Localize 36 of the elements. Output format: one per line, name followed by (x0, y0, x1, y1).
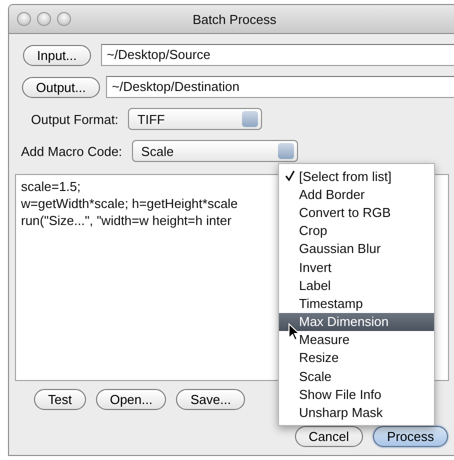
close-button[interactable] (17, 12, 31, 26)
code-line: run("Size...", "width=w height=h inter (21, 212, 232, 229)
code-line: w=getWidth*scale; h=getHeight*scale (21, 195, 238, 212)
minimize-button[interactable] (37, 12, 51, 26)
output-field[interactable]: ~/Desktop/Destination (106, 76, 454, 98)
dialog-button[interactable]: Process (373, 426, 448, 447)
menu-item[interactable]: Resize (279, 348, 434, 368)
menu-item[interactable]: Gaussian Blur (279, 240, 434, 258)
menu-item[interactable]: Label (279, 276, 434, 294)
window-title: Batch Process (192, 12, 278, 26)
input-field[interactable]: ~/Desktop/Source (100, 44, 454, 66)
action-button[interactable]: Open... (96, 389, 166, 410)
menu-item[interactable]: Max Dimension (279, 312, 434, 331)
code-line: scale=1.5; (21, 178, 81, 195)
menu-item[interactable]: Crop (279, 222, 434, 240)
dialog-button[interactable]: Cancel (294, 426, 364, 447)
format-label: Output Format: (31, 112, 118, 126)
cursor-icon (288, 323, 300, 341)
action-button[interactable]: Save... (176, 389, 245, 410)
zoom-button[interactable] (57, 12, 71, 26)
menu-item[interactable]: Measure (279, 330, 434, 349)
menu-item[interactable]: Show File Info (279, 385, 434, 404)
action-button[interactable]: Test (34, 389, 86, 410)
input-button[interactable]: Input... (23, 44, 91, 66)
macro-label: Add Macro Code: (21, 144, 122, 158)
stepper-icon (278, 143, 294, 159)
menu-item[interactable]: Invert (279, 258, 434, 276)
menu-item[interactable]: Timestamp (279, 294, 434, 312)
menu-item[interactable]: Add Border (279, 185, 434, 204)
checkmark-icon (285, 170, 295, 181)
menu-item[interactable]: Convert to RGB (279, 203, 434, 222)
menu-item[interactable]: Unsharp Mask (279, 403, 434, 422)
output-button[interactable]: Output... (22, 76, 100, 98)
macro-dropdown[interactable]: Scale (132, 140, 298, 162)
stepper-icon (242, 111, 258, 127)
format-dropdown[interactable]: TIFF (128, 108, 262, 130)
